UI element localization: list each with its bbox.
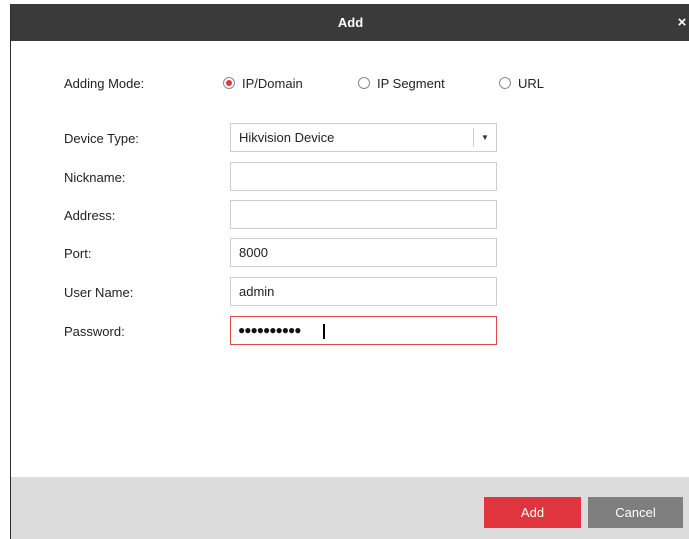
radio-unchecked-icon[interactable]	[358, 77, 370, 89]
add-device-dialog: Add × Adding Mode: IP/Domain IP Segment …	[10, 4, 689, 539]
device-type-select[interactable]: Hikvision Device ▼	[230, 123, 497, 152]
user-name-label: User Name:	[64, 285, 134, 300]
radio-checked-icon[interactable]	[223, 77, 235, 89]
port-label: Port:	[64, 246, 92, 261]
password-field[interactable]: ●●●●●●●●●●	[230, 316, 497, 345]
adding-mode-label: Adding Mode:	[64, 76, 145, 91]
chevron-down-icon[interactable]: ▼	[473, 128, 496, 147]
device-type-label: Device Type:	[64, 131, 139, 146]
nickname-field[interactable]	[230, 162, 497, 191]
password-label: Password:	[64, 324, 125, 339]
port-field[interactable]	[230, 238, 497, 267]
cancel-button[interactable]: Cancel	[588, 497, 683, 528]
add-button[interactable]: Add	[484, 497, 581, 528]
radio-ip-segment[interactable]: IP Segment	[358, 75, 445, 91]
device-type-value: Hikvision Device	[239, 130, 335, 145]
radio-ip-domain-label: IP/Domain	[242, 75, 303, 91]
password-masked-value: ●●●●●●●●●●	[238, 323, 301, 337]
radio-ip-domain[interactable]: IP/Domain	[223, 75, 303, 91]
address-label: Address:	[64, 208, 116, 223]
close-icon[interactable]: ×	[672, 4, 689, 41]
nickname-label: Nickname:	[64, 170, 126, 185]
user-name-field[interactable]	[230, 277, 497, 306]
address-field[interactable]	[230, 200, 497, 229]
radio-url-label: URL	[518, 75, 545, 91]
title-bar: Add ×	[11, 4, 689, 41]
radio-unchecked-icon[interactable]	[499, 77, 511, 89]
dialog-title: Add	[337, 15, 364, 30]
radio-ip-segment-label: IP Segment	[377, 75, 445, 91]
text-caret	[323, 324, 325, 339]
radio-url[interactable]: URL	[499, 75, 544, 91]
